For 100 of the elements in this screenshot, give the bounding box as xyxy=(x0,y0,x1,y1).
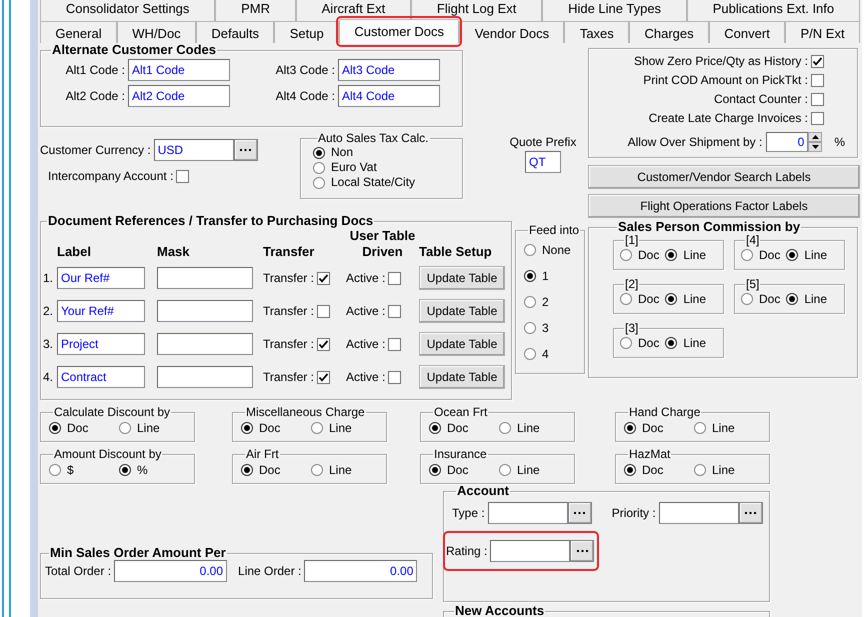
radio-button[interactable]: Line xyxy=(786,248,828,262)
checkbox[interactable] xyxy=(811,74,824,87)
column-header: Transfer xyxy=(263,244,316,260)
radio-button[interactable]: Line xyxy=(499,463,540,478)
checkbox[interactable] xyxy=(388,370,402,384)
radio-button[interactable]: Doc xyxy=(620,248,660,262)
spin-up-button[interactable] xyxy=(808,132,822,142)
checkbox[interactable] xyxy=(811,112,824,125)
tab[interactable]: Defaults xyxy=(196,21,274,43)
checkbox[interactable] xyxy=(811,55,824,68)
radio-button[interactable]: Doc xyxy=(429,463,499,478)
radio-button[interactable]: Doc xyxy=(241,421,311,436)
group-title: Ocean Frt xyxy=(433,406,488,419)
browse-button[interactable] xyxy=(738,502,763,524)
update-table-button[interactable]: Update Table xyxy=(419,266,505,290)
input-field[interactable] xyxy=(157,267,253,290)
input-field[interactable] xyxy=(157,300,253,322)
checkbox[interactable] xyxy=(388,338,402,351)
group-title: [1] xyxy=(624,234,640,247)
radio-button[interactable]: Line xyxy=(694,421,735,436)
radio-button[interactable]: Doc xyxy=(49,421,119,436)
radio-button[interactable]: Line xyxy=(786,292,828,306)
input-field[interactable]: Alt1 Code xyxy=(128,59,230,81)
radio-button[interactable]: Doc xyxy=(429,421,499,436)
input-field[interactable] xyxy=(157,333,253,356)
group-title: [3] xyxy=(624,322,640,335)
radio-button[interactable]: $ xyxy=(49,463,119,478)
checkbox[interactable] xyxy=(811,93,824,106)
radio-button[interactable]: Doc xyxy=(624,421,694,436)
radio-button[interactable]: Line xyxy=(665,292,706,306)
input-field[interactable]: Your Ref# xyxy=(57,300,145,322)
update-table-button[interactable]: Update Table xyxy=(419,332,505,356)
tab[interactable]: Charges xyxy=(629,21,709,43)
tab[interactable]: Taxes xyxy=(564,21,630,43)
browse-button[interactable] xyxy=(570,540,594,562)
radio-button[interactable]: Doc xyxy=(741,248,780,262)
input-field[interactable]: Alt4 Code xyxy=(338,85,440,107)
input-field[interactable]: Contract xyxy=(57,366,145,388)
tab[interactable]: Vendor Docs xyxy=(459,21,564,43)
radio-button[interactable]: Line xyxy=(119,421,160,436)
input-field[interactable]: Alt2 Code xyxy=(128,85,230,107)
field-label: Type : xyxy=(452,506,485,520)
update-table-button[interactable]: Update Table xyxy=(419,299,505,324)
radio-button[interactable]: Line xyxy=(499,421,540,436)
tab[interactable]: PMR xyxy=(215,0,296,21)
radio-button[interactable]: 4 xyxy=(524,341,578,367)
radio-button[interactable]: Doc xyxy=(741,292,780,306)
checkbox[interactable] xyxy=(176,170,190,183)
radio-button[interactable]: Doc xyxy=(241,463,311,478)
radio-button[interactable]: Line xyxy=(311,463,352,478)
tab[interactable]: Customer Docs xyxy=(339,19,460,44)
input-field[interactable] xyxy=(490,540,570,562)
input-field[interactable]: USD xyxy=(154,139,234,161)
radio-button[interactable]: Line xyxy=(665,248,706,262)
radio-button[interactable]: % xyxy=(119,463,148,478)
radio-button[interactable]: Doc xyxy=(620,292,660,306)
tab[interactable]: Hide Line Types xyxy=(542,0,687,21)
labels-button[interactable]: Customer/Vendor Search Labels xyxy=(588,165,860,189)
input-field[interactable]: QT xyxy=(525,151,561,174)
labels-button[interactable]: Flight Operations Factor Labels xyxy=(588,194,860,218)
radio-button[interactable]: 3 xyxy=(524,315,578,341)
tab[interactable]: Setup xyxy=(274,21,340,43)
checkbox[interactable] xyxy=(316,338,330,351)
tab[interactable]: Convert xyxy=(708,21,786,43)
input-field[interactable] xyxy=(488,502,568,524)
radio-button[interactable]: Local State/City xyxy=(313,175,456,190)
tab[interactable]: Flight Log Ext xyxy=(411,0,542,21)
input-field[interactable]: 0.00 xyxy=(114,560,228,582)
radio-button[interactable]: Euro Vat xyxy=(313,160,456,175)
tab[interactable]: P/N Ext xyxy=(785,21,860,43)
radio-button[interactable]: Line xyxy=(665,336,706,350)
tab[interactable]: Consolidator Settings xyxy=(40,0,216,21)
spin-down-button[interactable] xyxy=(808,142,822,152)
checkbox[interactable] xyxy=(316,370,330,384)
radio-button[interactable]: None xyxy=(524,237,578,263)
checkbox[interactable] xyxy=(316,304,330,318)
field-label: Alt1 Code : xyxy=(64,62,125,78)
checkbox[interactable] xyxy=(316,272,330,285)
tab[interactable]: Publications Ext. Info xyxy=(686,0,860,21)
radio-button[interactable]: 2 xyxy=(524,289,578,315)
input-field[interactable]: Our Ref# xyxy=(57,267,145,290)
input-field[interactable] xyxy=(157,366,253,388)
input-field[interactable] xyxy=(658,502,739,524)
input-field[interactable]: 0.00 xyxy=(304,560,418,582)
update-table-button[interactable]: Update Table xyxy=(419,365,505,390)
radio-button[interactable]: Non xyxy=(313,145,456,160)
tab[interactable]: General xyxy=(40,21,117,43)
input-field[interactable]: 0 xyxy=(766,132,808,152)
input-field[interactable]: Alt3 Code xyxy=(338,59,440,81)
radio-button[interactable]: Line xyxy=(694,463,735,478)
browse-button[interactable] xyxy=(568,502,592,524)
radio-button[interactable]: 1 xyxy=(524,263,578,289)
radio-button[interactable]: Line xyxy=(311,421,352,436)
tab[interactable]: WH/Doc xyxy=(116,21,196,43)
checkbox[interactable] xyxy=(388,304,402,318)
radio-button[interactable]: Doc xyxy=(620,336,660,350)
radio-button[interactable]: Doc xyxy=(624,463,694,478)
input-field[interactable]: Project xyxy=(57,333,145,356)
checkbox[interactable] xyxy=(388,272,402,285)
browse-button[interactable] xyxy=(234,139,258,161)
